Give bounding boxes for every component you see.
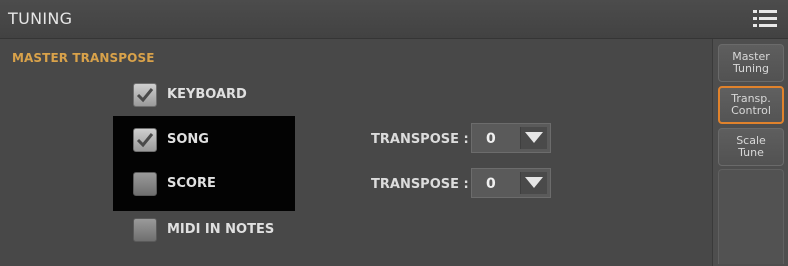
tab-label-line2: Control bbox=[731, 104, 771, 117]
page-title: TUNING bbox=[8, 9, 73, 28]
chevron-down-icon bbox=[525, 132, 543, 143]
tab-empty-area bbox=[718, 169, 784, 264]
option-midi-in-notes[interactable]: MIDI IN NOTES bbox=[133, 218, 333, 242]
score-transpose-label: TRANSPOSE : bbox=[371, 177, 469, 192]
song-checkbox[interactable] bbox=[133, 128, 157, 152]
song-transpose-label: TRANSPOSE : bbox=[371, 132, 469, 147]
song-transpose-selector[interactable]: 0 bbox=[471, 123, 551, 153]
score-transpose-dropdown-button[interactable] bbox=[520, 172, 547, 194]
keyboard-label: KEYBOARD bbox=[167, 87, 247, 102]
tab-scale-tune[interactable]: Scale Tune bbox=[718, 128, 784, 166]
option-song[interactable]: SONG bbox=[133, 128, 293, 152]
tab-label-line2: Tuning bbox=[732, 62, 769, 75]
score-label: SCORE bbox=[167, 176, 216, 191]
chevron-down-icon bbox=[525, 177, 543, 188]
midi-in-notes-label: MIDI IN NOTES bbox=[167, 222, 275, 237]
song-transpose-value: 0 bbox=[486, 131, 496, 147]
title-bar: TUNING bbox=[0, 0, 788, 39]
option-score[interactable]: SCORE bbox=[133, 172, 293, 196]
keyboard-checkbox[interactable] bbox=[133, 83, 157, 107]
main-panel: MASTER TRANSPOSE KEYBOARD SONG SCORE MID… bbox=[0, 39, 712, 266]
checkmark-icon bbox=[136, 133, 154, 148]
song-transpose-dropdown-button[interactable] bbox=[520, 127, 547, 149]
song-label: SONG bbox=[167, 132, 209, 147]
score-transpose-selector[interactable]: 0 bbox=[471, 168, 551, 198]
option-keyboard[interactable]: KEYBOARD bbox=[133, 83, 333, 107]
tab-sidebar: Master Tuning Transp. Control Scale Tune bbox=[712, 39, 788, 266]
hamburger-menu-icon[interactable] bbox=[753, 9, 777, 29]
tab-master-tuning[interactable]: Master Tuning bbox=[718, 44, 784, 82]
midi-in-notes-checkbox[interactable] bbox=[133, 218, 157, 242]
score-checkbox[interactable] bbox=[133, 172, 157, 196]
checkmark-icon bbox=[136, 88, 154, 103]
score-transpose-value: 0 bbox=[486, 176, 496, 192]
section-title: MASTER TRANSPOSE bbox=[12, 51, 155, 65]
tab-label-line2: Tune bbox=[738, 146, 764, 159]
tab-transp-control[interactable]: Transp. Control bbox=[718, 86, 784, 124]
